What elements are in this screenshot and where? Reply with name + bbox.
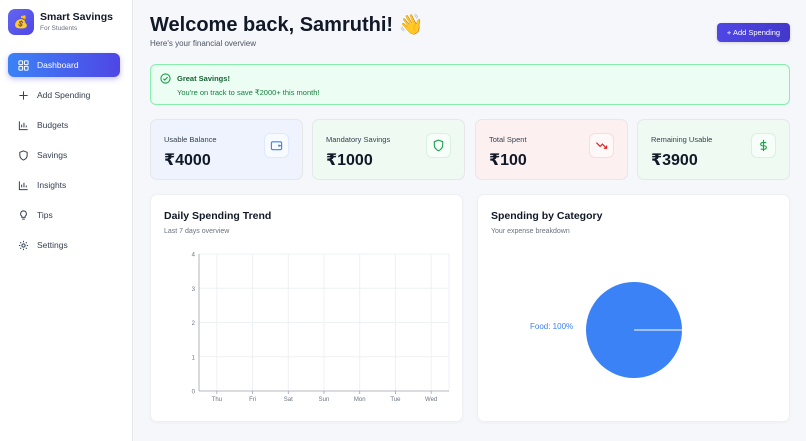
gear-icon [17, 239, 29, 251]
x-tick-label: Sat [284, 397, 293, 403]
shield-icon [426, 133, 451, 158]
card-value: ₹1000 [326, 152, 373, 169]
x-tick-label: Thu [212, 397, 222, 403]
x-tick-label: Fri [249, 397, 256, 403]
card-value: ₹100 [489, 152, 527, 169]
savings-alert: Great Savings! You're on track to save ₹… [150, 64, 790, 105]
check-circle-icon [160, 73, 171, 84]
sidebar: 💰 Smart Savings For Students Dashboard A… [0, 0, 133, 441]
y-tick-label: 4 [192, 253, 196, 259]
stat-card-usable-balance: Usable Balance ₹4000 [150, 119, 303, 180]
lightbulb-icon [17, 209, 29, 221]
sidebar-item-settings[interactable]: Settings [8, 233, 120, 257]
shield-icon [17, 149, 29, 161]
wallet-icon [264, 133, 289, 158]
sidebar-item-label: Tips [37, 210, 53, 220]
plus-icon [17, 89, 29, 101]
sidebar-item-label: Budgets [37, 120, 69, 130]
alert-message: You're on track to save ₹2000+ this mont… [177, 88, 320, 97]
brand[interactable]: 💰 Smart Savings For Students [8, 9, 113, 35]
alert-title: Great Savings! [177, 74, 230, 83]
sidebar-item-add-spending[interactable]: Add Spending [8, 83, 120, 107]
x-tick-label: Tue [390, 397, 401, 403]
sidebar-item-dashboard[interactable]: Dashboard [8, 53, 120, 77]
page-subtitle: Here's your financial overview [150, 39, 257, 48]
x-tick-label: Mon [354, 397, 366, 403]
sidebar-item-tips[interactable]: Tips [8, 203, 120, 227]
x-tick-label: Wed [425, 397, 437, 403]
sidebar-item-label: Dashboard [37, 60, 79, 70]
brand-subtitle: For Students [40, 25, 78, 32]
card-label: Mandatory Savings [326, 135, 391, 144]
money-bag-icon: 💰 [8, 9, 34, 35]
card-label: Usable Balance [164, 135, 217, 144]
sidebar-item-label: Savings [37, 150, 68, 160]
trending-down-icon [589, 133, 614, 158]
card-value: ₹3900 [651, 152, 698, 169]
pie-chart [586, 282, 682, 378]
x-tick-label: Sun [319, 397, 330, 403]
bar-chart-icon [17, 179, 29, 191]
y-tick-label: 0 [192, 390, 196, 396]
y-tick-label: 1 [192, 355, 196, 361]
card-label: Total Spent [489, 135, 527, 144]
stat-card-mandatory-savings: Mandatory Savings ₹1000 [312, 119, 465, 180]
spending-by-category-panel: Spending by Category Your expense breakd… [477, 194, 790, 422]
card-label: Remaining Usable [651, 135, 713, 144]
sidebar-item-savings[interactable]: Savings [8, 143, 120, 167]
sidebar-item-label: Settings [37, 240, 68, 250]
page-title: Welcome back, Samruthi! 👋 [150, 14, 424, 36]
sidebar-item-insights[interactable]: Insights [8, 173, 120, 197]
y-tick-label: 3 [192, 287, 196, 293]
card-value: ₹4000 [164, 152, 211, 169]
sidebar-item-budgets[interactable]: Budgets [8, 113, 120, 137]
stat-card-remaining-usable: Remaining Usable ₹3900 [637, 119, 790, 180]
stat-card-total-spent: Total Spent ₹100 [475, 119, 628, 180]
add-spending-button[interactable]: + Add Spending [717, 23, 790, 42]
sidebar-item-label: Add Spending [37, 90, 91, 100]
dollar-icon [751, 133, 776, 158]
line-chart: 0 1 2 3 4 Thu Fri Sat Sun Mon Tue Wed [192, 253, 450, 403]
brand-title: Smart Savings [40, 11, 113, 23]
sidebar-item-label: Insights [37, 180, 67, 190]
y-tick-label: 2 [192, 321, 196, 327]
pie-data-label: Food: 100% [530, 322, 574, 331]
bar-chart-icon [17, 119, 29, 131]
dashboard-icon [17, 59, 29, 71]
daily-spending-trend-panel: Daily Spending Trend Last 7 days overvie… [150, 194, 463, 422]
sidebar-nav: Dashboard Add Spending Budgets Savings I… [8, 53, 120, 263]
